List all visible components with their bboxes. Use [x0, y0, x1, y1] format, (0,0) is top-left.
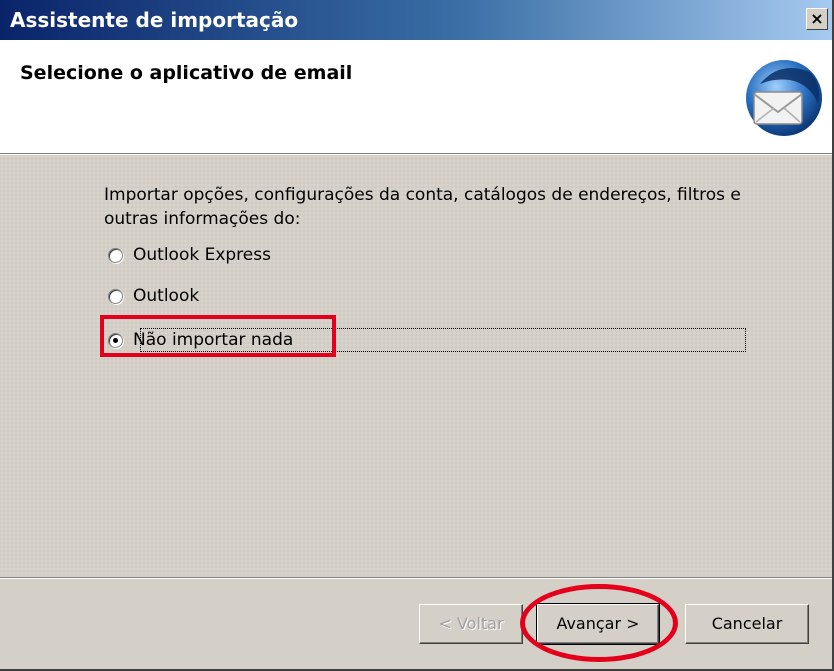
page-title: Selecione o aplicativo de email	[20, 62, 353, 84]
back-button[interactable]: < Voltar	[419, 604, 523, 644]
import-wizard-window: Assistente de importação × Selecione o a…	[0, 0, 834, 671]
option-label: Outlook Express	[133, 245, 271, 265]
footer-separator	[0, 577, 832, 579]
option-label: Outlook	[133, 286, 200, 306]
wizard-body: Importar opções, configurações da conta,…	[0, 155, 832, 575]
option-outlook[interactable]: Outlook	[108, 283, 199, 309]
intro-text: Importar opções, configurações da conta,…	[104, 185, 741, 229]
thunderbird-icon	[746, 60, 822, 136]
next-button[interactable]: Avançar >	[536, 603, 660, 645]
red-highlight-box	[100, 315, 336, 357]
radio-button[interactable]	[108, 247, 123, 263]
window-title: Assistente de importação	[10, 8, 299, 32]
cancel-button[interactable]: Cancelar	[685, 604, 809, 644]
close-icon: ×	[810, 9, 824, 28]
option-outlook-express[interactable]: Outlook Express	[108, 242, 271, 268]
radio-button[interactable]	[108, 288, 123, 304]
close-button[interactable]: ×	[806, 8, 828, 30]
title-bar[interactable]: Assistente de importação ×	[0, 0, 832, 40]
wizard-header: Selecione o aplicativo de email	[0, 40, 832, 154]
